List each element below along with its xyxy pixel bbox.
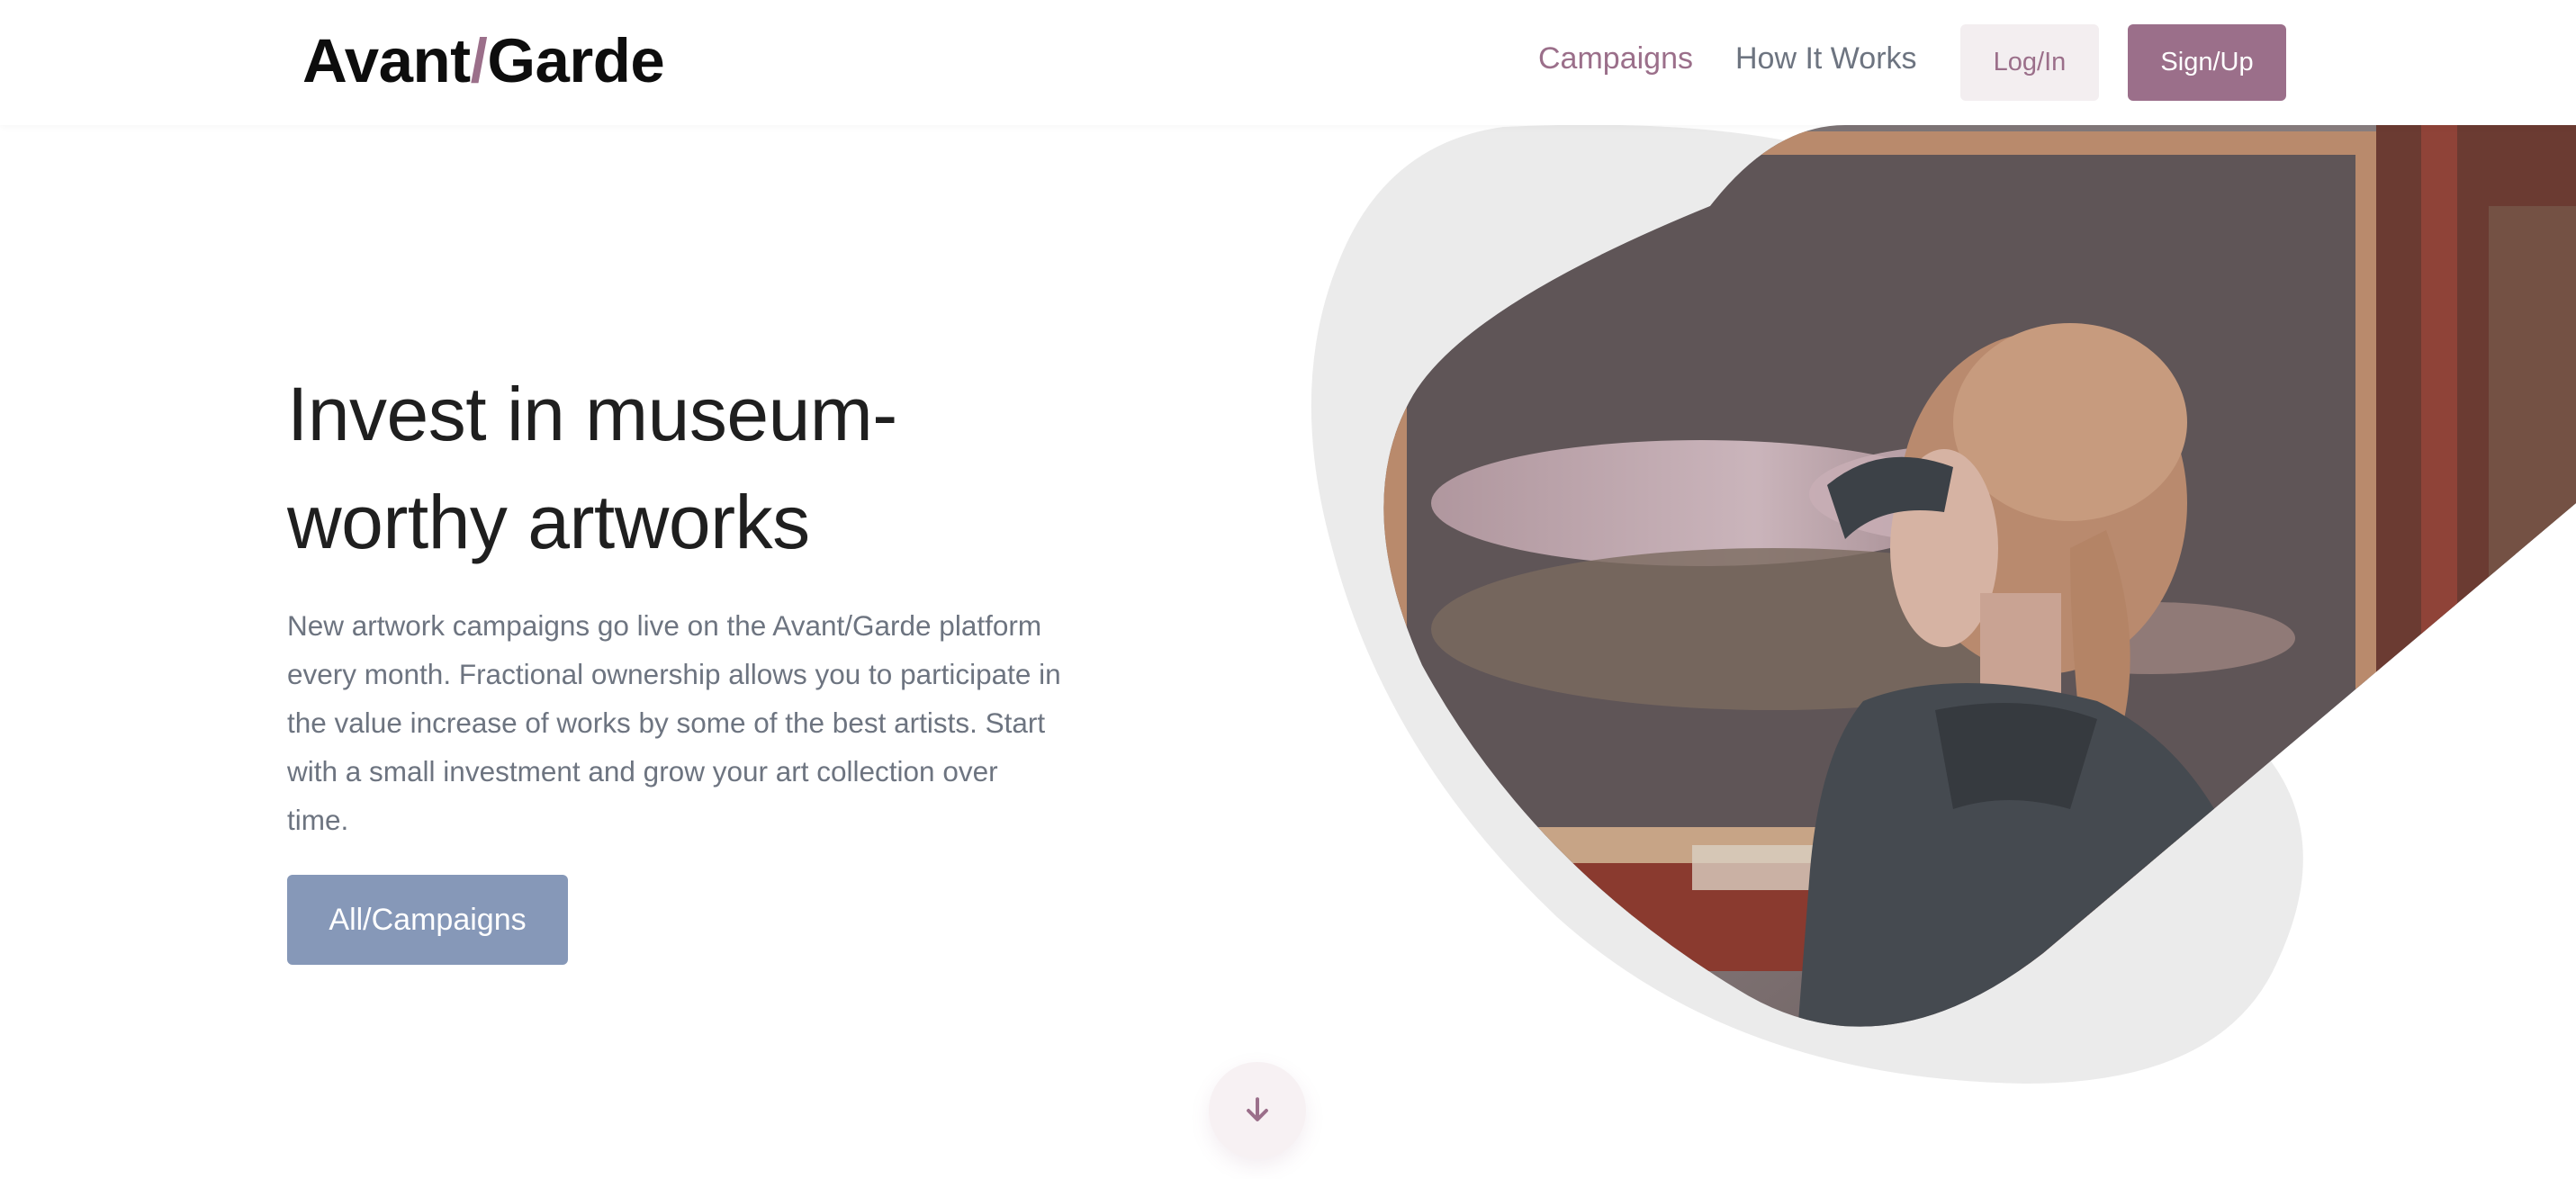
- scroll-down-button[interactable]: [1209, 1062, 1306, 1159]
- logo-slash: /: [470, 26, 488, 95]
- login-button[interactable]: Log/In: [1960, 24, 2099, 101]
- logo[interactable]: Avant/Garde: [302, 25, 665, 96]
- nav-how-it-works-link[interactable]: How It Works: [1735, 41, 1917, 76]
- hero-title: Invest in museum- worthy artworks: [287, 360, 1097, 576]
- hero-graphic: [1233, 125, 2576, 1115]
- signup-button[interactable]: Sign/Up: [2128, 24, 2286, 101]
- nav-campaigns-link[interactable]: Campaigns: [1538, 41, 1693, 76]
- site-header: Avant/Garde Campaigns How It Works Log/I…: [0, 0, 2576, 125]
- hero-description: New artwork campaigns go live on the Ava…: [287, 609, 1061, 836]
- logo-part-garde: Garde: [487, 26, 665, 95]
- logo-part-avant: Avant: [302, 26, 471, 95]
- all-campaigns-button[interactable]: All/Campaigns: [287, 875, 568, 965]
- hero-title-line-1: Invest in museum-: [287, 372, 897, 456]
- hero-blob-svg: [1311, 125, 2576, 1084]
- hero-title-line-2: worthy artworks: [287, 480, 810, 564]
- arrow-down-icon: [1247, 1097, 1268, 1121]
